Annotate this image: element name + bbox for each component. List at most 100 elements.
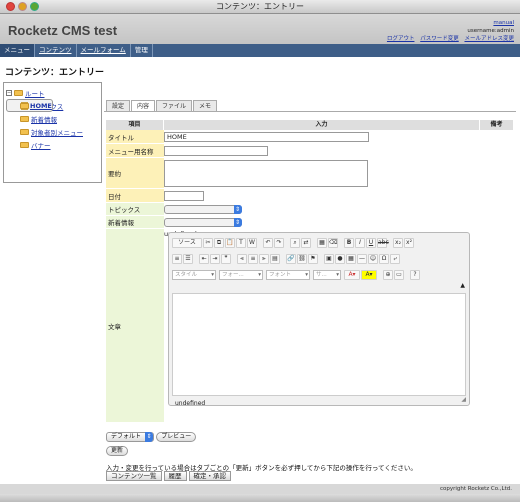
select-all-icon[interactable]: ▦	[317, 238, 327, 248]
summary-textarea[interactable]	[164, 160, 368, 187]
collapse-toolbar-icon[interactable]: ▲	[460, 282, 465, 289]
minimize-window-button[interactable]	[18, 2, 27, 11]
site-title: Rocketz CMS test	[8, 23, 118, 38]
image-icon[interactable]: ▣	[324, 254, 334, 264]
tree-root[interactable]: − ルート	[6, 86, 99, 99]
change-password-link[interactable]: パスワード変更	[420, 36, 459, 42]
summary-label: 要約	[106, 158, 164, 188]
tree-item-home[interactable]: HOME	[6, 99, 53, 112]
format-dropdown[interactable]: フォー...	[219, 270, 263, 280]
tree-item-label[interactable]: 対象者別メニュー	[31, 127, 83, 137]
bold-icon[interactable]: B	[344, 238, 354, 248]
template-select-label: デフォルト	[111, 433, 142, 440]
numbered-list-icon[interactable]: ≡	[172, 254, 182, 264]
tree-item-news[interactable]: 新着情報	[6, 112, 99, 125]
nav-contents[interactable]: コンテンツ	[35, 44, 77, 57]
horizontal-rule-icon[interactable]: —	[357, 254, 367, 264]
title-input[interactable]: HOME	[164, 132, 369, 142]
outdent-icon[interactable]: ⇤	[199, 254, 209, 264]
tree-item-label[interactable]: 新着情報	[31, 114, 57, 124]
zoom-window-button[interactable]	[30, 2, 39, 11]
rich-text-editor: ソース ✂ ⧉ 📋 T W ↶ ↷ ⌕ ⇄ ▦ ⌫ B I U abc x₂ x…	[168, 232, 470, 407]
underline-icon[interactable]: U	[366, 238, 376, 248]
header-item: 項目	[106, 120, 164, 130]
body-label: 文章	[106, 229, 164, 422]
news-label: 新着情報	[106, 216, 164, 228]
anchor-icon[interactable]: ⚑	[308, 254, 318, 264]
nav-admin[interactable]: 管理	[131, 44, 153, 57]
blockquote-icon[interactable]: ❞	[221, 254, 231, 264]
table-row: 新着情報	[106, 216, 514, 229]
find-icon[interactable]: ⌕	[290, 238, 300, 248]
table-row: メニュー用名称	[106, 144, 514, 158]
superscript-icon[interactable]: x²	[404, 238, 414, 248]
content-list-button[interactable]: コンテンツ一覧	[106, 471, 162, 481]
news-select[interactable]	[164, 218, 242, 227]
bg-color-icon[interactable]: A▾	[361, 270, 377, 280]
tree-item-label[interactable]: バナー	[31, 140, 51, 150]
smiley-icon[interactable]: ☺	[368, 254, 378, 264]
collapse-icon[interactable]: −	[6, 89, 12, 96]
flash-icon[interactable]: ●	[335, 254, 345, 264]
editor-toolbar-row1: ソース ✂ ⧉ 📋 T W ↶ ↷ ⌕ ⇄ ▦ ⌫ B I U abc x₂ x…	[172, 237, 466, 249]
preview-button[interactable]: プレビュー	[156, 432, 197, 442]
nav-mailform[interactable]: メールフォーム	[77, 44, 131, 57]
tree-item-banner[interactable]: バナー	[6, 138, 99, 151]
table-icon[interactable]: ▦	[346, 254, 356, 264]
folder-icon	[20, 128, 29, 135]
tree-item-label[interactable]: HOME	[30, 102, 52, 110]
align-center-icon[interactable]: ≡	[248, 254, 258, 264]
redo-icon[interactable]: ↷	[274, 238, 284, 248]
template-select[interactable]: デフォルト ⇕	[106, 432, 155, 442]
source-button[interactable]: ソース	[172, 238, 202, 248]
editor-controls: デフォルト ⇕ プレビュー	[106, 432, 197, 442]
justify-icon[interactable]: ▤	[270, 254, 280, 264]
strikethrough-icon[interactable]: abc	[377, 238, 389, 248]
bullet-list-icon[interactable]: ☰	[183, 254, 193, 264]
show-blocks-icon[interactable]: ▭	[394, 270, 404, 280]
italic-icon[interactable]: I	[355, 238, 365, 248]
undo-icon[interactable]: ↶	[263, 238, 273, 248]
manual-link[interactable]: manual	[493, 20, 514, 26]
editor-content-area[interactable]	[172, 293, 466, 396]
replace-icon[interactable]: ⇄	[301, 238, 311, 248]
resize-handle-icon[interactable]: ◢	[461, 396, 466, 403]
align-left-icon[interactable]: ⫷	[237, 254, 247, 264]
close-window-button[interactable]	[6, 2, 15, 11]
indent-icon[interactable]: ⇥	[210, 254, 220, 264]
font-dropdown[interactable]: フォント	[266, 270, 310, 280]
tree-item-audience-menu[interactable]: 対象者別メニュー	[6, 125, 99, 138]
copy-icon[interactable]: ⧉	[214, 238, 224, 248]
about-icon[interactable]: ?	[410, 270, 420, 280]
link-icon[interactable]: 🔗	[286, 254, 296, 264]
remove-format-icon[interactable]: ⌫	[328, 238, 338, 248]
unlink-icon[interactable]: ⛓	[297, 254, 307, 264]
special-char-icon[interactable]: Ω	[379, 254, 389, 264]
paste-icon[interactable]: 📋	[225, 238, 235, 248]
align-right-icon[interactable]: ⫸	[259, 254, 269, 264]
select-arrow-icon	[234, 205, 242, 214]
page-break-icon[interactable]: ⤶	[390, 254, 400, 264]
content-tree: − ルート HOME トピックス 新着情報 対象者別メニュー バナー	[3, 82, 102, 183]
paste-text-icon[interactable]: T	[236, 238, 246, 248]
change-email-link[interactable]: メールアドレス変更	[464, 36, 514, 42]
text-color-icon[interactable]: A▾	[344, 270, 360, 280]
subscript-icon[interactable]: x₂	[393, 238, 403, 248]
table-row: 要約	[106, 158, 514, 189]
size-dropdown[interactable]: サ...	[313, 270, 341, 280]
update-button[interactable]: 更新	[106, 446, 129, 456]
folder-icon	[20, 115, 29, 122]
date-input[interactable]	[164, 191, 204, 201]
tree-root-link[interactable]: ルート	[25, 88, 45, 98]
paste-word-icon[interactable]: W	[247, 238, 257, 248]
main-nav: メニュー コンテンツ メールフォーム 管理	[0, 44, 520, 57]
logout-link[interactable]: ログアウト	[387, 36, 415, 42]
confirm-approve-button[interactable]: 確定・承認	[188, 471, 231, 481]
menu-name-input[interactable]	[164, 146, 268, 156]
history-button[interactable]: 履歴	[163, 471, 187, 481]
style-dropdown[interactable]: スタイル	[172, 270, 216, 280]
cut-icon[interactable]: ✂	[203, 238, 213, 248]
topics-select[interactable]	[164, 205, 242, 214]
nav-menu[interactable]: メニュー	[0, 44, 35, 57]
maximize-icon[interactable]: ⊕	[383, 270, 393, 280]
